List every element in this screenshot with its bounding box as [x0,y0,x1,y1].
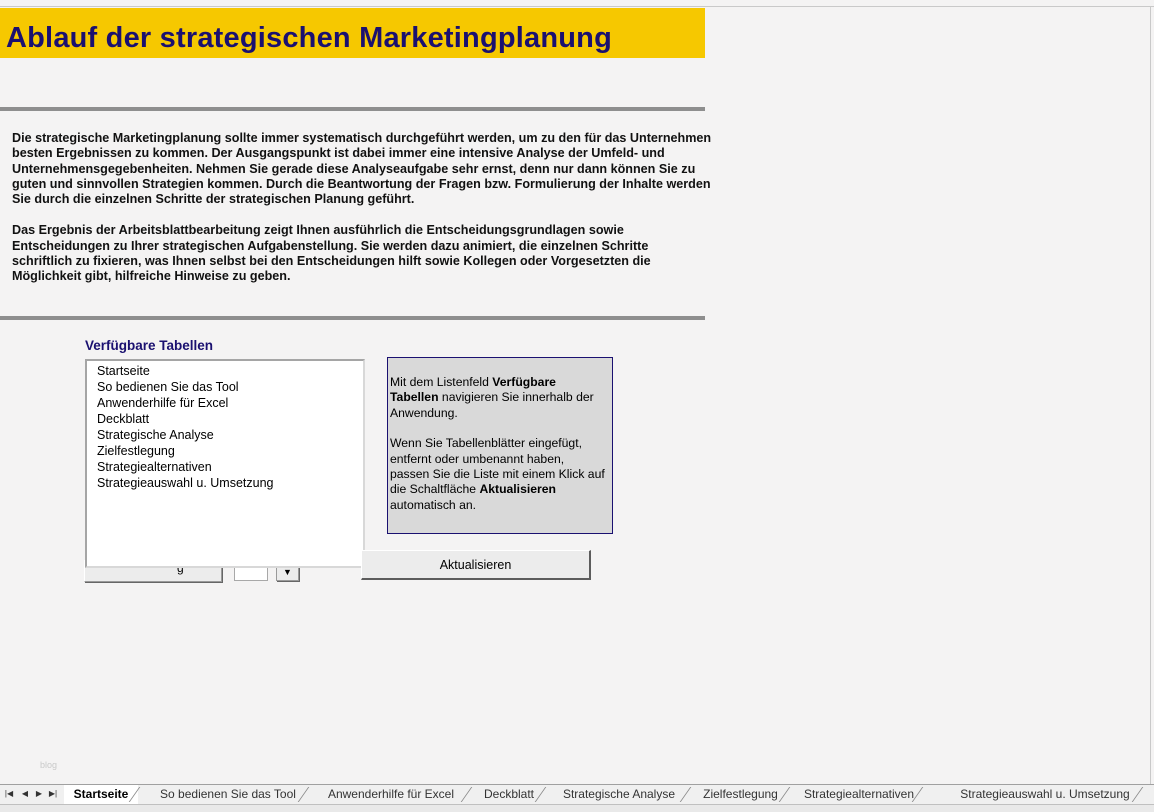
info-paragraph-1: Mit dem Listenfeld Verfügbare Tabellen n… [390,375,594,420]
sheet-tab[interactable]: Anwenderhilfe für Excel [312,785,470,804]
intro-paragraph-2: Das Ergebnis der Arbeitsblattbearbeitung… [12,223,651,284]
sheet-tab[interactable]: Strategiealternativen [797,785,921,804]
list-item[interactable]: Startseite [87,363,363,379]
prev-sheet-icon[interactable]: ◀ [19,787,31,801]
listbox-label: Verfügbare Tabellen [85,338,214,353]
list-item[interactable]: Strategiealternativen [87,459,363,475]
update-button[interactable]: Aktualisieren [361,550,591,580]
first-sheet-icon[interactable]: |◀ [3,787,15,801]
divider-bottom [0,316,705,320]
sheet-tab[interactable]: Strategische Analyse [549,785,689,804]
intro-text: Die strategische Marketingplanung sollte… [12,131,712,285]
list-item[interactable]: Strategische Analyse [87,427,363,443]
sheet-tab[interactable]: So bedienen Sie das Tool [149,785,307,804]
info-box: Mit dem Listenfeld Verfügbare Tabellen n… [387,357,613,534]
list-item[interactable]: So bedienen Sie das Tool [87,379,363,395]
list-item[interactable]: Deckblatt [87,411,363,427]
top-edge [0,0,1154,7]
chevron-down-icon: ▼ [283,567,292,577]
list-item[interactable]: Zielfestlegung [87,443,363,459]
divider-top [0,107,705,111]
intro-paragraph-1: Die strategische Marketingplanung sollte… [12,131,712,207]
sheet-listbox[interactable]: Startseite So bedienen Sie das Tool Anwend… [85,359,365,568]
sheet-right-edge [1150,6,1151,784]
list-item[interactable]: Strategieauswahl u. Umsetzung [87,475,363,491]
page-title: Ablauf der strategischen Marketingplanun… [6,22,613,54]
watermark: blog [40,760,58,770]
sheet-tab[interactable]: Strategieauswahl u. Umsetzung [949,785,1141,804]
sheet-tab[interactable]: Deckblatt [474,785,544,804]
sheet-tab-bar: |◀ ◀ ▶ ▶| Startseite So bedienen Sie das … [0,784,1154,805]
last-sheet-icon[interactable]: ▶| [47,787,59,801]
info-paragraph-2: Wenn Sie Tabellenblätter eingefügt, entf… [390,436,605,512]
next-sheet-icon[interactable]: ▶ [33,787,45,801]
sheet-tab[interactable]: Zielfestlegung [693,785,788,804]
title-banner: Ablauf der strategischen Marketingplanun… [0,8,705,58]
list-item[interactable]: Anwenderhilfe für Excel [87,395,363,411]
sheet-tab[interactable]: Startseite [64,785,138,804]
